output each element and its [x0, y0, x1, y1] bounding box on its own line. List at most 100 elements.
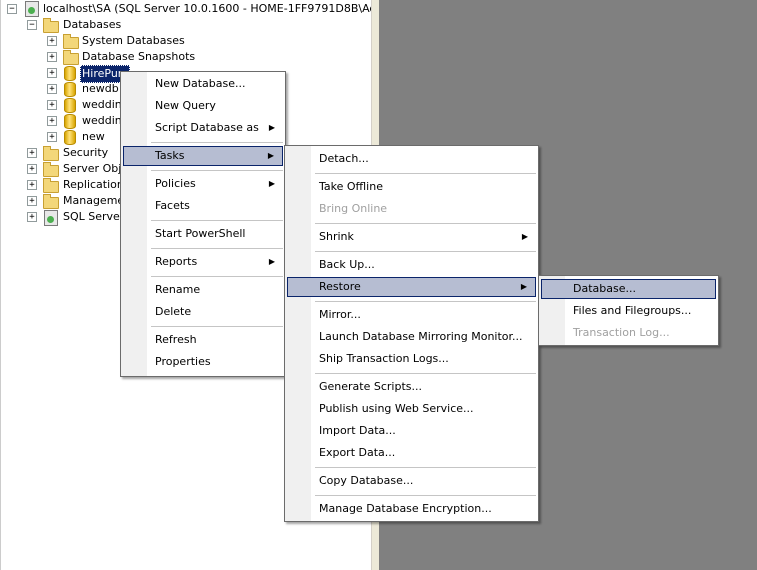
tree-node-label: Server Obje	[63, 162, 129, 175]
database-icon	[64, 114, 76, 129]
folder-icon	[63, 34, 79, 49]
menu-item-label: Reports	[155, 255, 198, 268]
menu-item-label: Restore	[319, 280, 361, 293]
collapse-icon[interactable]: −	[7, 4, 17, 14]
expand-icon[interactable]: +	[27, 148, 37, 158]
menu-separator	[151, 248, 283, 249]
expand-icon[interactable]: +	[27, 164, 37, 174]
menu-item-label: Launch Database Mirroring Monitor...	[319, 330, 523, 343]
menu-item-launch-mirroring-monitor[interactable]: Launch Database Mirroring Monitor...	[287, 327, 536, 347]
expand-icon[interactable]: +	[27, 196, 37, 206]
menu-item-label: Rename	[155, 283, 201, 296]
menu-item-detach[interactable]: Detach...	[287, 149, 536, 169]
tasks-submenu: Detach... Take Offline Bring Online Shri…	[284, 145, 539, 522]
server-icon	[25, 1, 39, 17]
menu-item-label: Files and Filegroups...	[573, 304, 692, 317]
expand-icon[interactable]: +	[47, 52, 57, 62]
tree-node-label: new	[82, 130, 105, 143]
menu-item-delete[interactable]: Delete	[123, 302, 283, 322]
menu-item-shrink[interactable]: Shrink ▶	[287, 227, 536, 247]
menu-item-restore-database[interactable]: Database...	[541, 279, 716, 299]
menu-item-label: Properties	[155, 355, 211, 368]
submenu-arrow-icon: ▶	[520, 282, 527, 291]
expand-icon[interactable]: +	[47, 132, 57, 142]
menu-item-label: Copy Database...	[319, 474, 414, 487]
menu-item-label: Database...	[573, 282, 636, 295]
database-icon	[64, 98, 76, 113]
menu-item-tasks[interactable]: Tasks ▶	[123, 146, 283, 166]
menu-item-back-up[interactable]: Back Up...	[287, 255, 536, 275]
menu-item-new-query[interactable]: New Query	[123, 96, 283, 116]
tree-node-label: localhost\SA (SQL Server 10.0.1600 - HOM…	[43, 2, 372, 15]
folder-icon	[43, 178, 59, 193]
menu-item-new-database[interactable]: New Database...	[123, 74, 283, 94]
expand-icon[interactable]: +	[47, 84, 57, 94]
tree-node-label: System Databases	[82, 34, 185, 47]
submenu-arrow-icon: ▶	[521, 232, 528, 241]
menu-item-label: Manage Database Encryption...	[319, 502, 492, 515]
menu-item-label: Ship Transaction Logs...	[319, 352, 449, 365]
menu-separator	[315, 495, 536, 496]
menu-item-script-database-as[interactable]: Script Database as ▶	[123, 118, 283, 138]
expand-icon[interactable]: +	[47, 36, 57, 46]
menu-item-label: Policies	[155, 177, 196, 190]
menu-item-refresh[interactable]: Refresh	[123, 330, 283, 350]
folder-icon	[43, 146, 59, 161]
menu-item-generate-scripts[interactable]: Generate Scripts...	[287, 377, 536, 397]
menu-item-label: Bring Online	[319, 202, 388, 215]
menu-item-rename[interactable]: Rename	[123, 280, 283, 300]
menu-item-label: Shrink	[319, 230, 354, 243]
folder-icon	[63, 50, 79, 65]
submenu-arrow-icon: ▶	[268, 257, 275, 266]
folder-icon	[43, 162, 59, 177]
menu-item-reports[interactable]: Reports ▶	[123, 252, 283, 272]
menu-item-restore[interactable]: Restore ▶	[287, 277, 536, 297]
expand-icon[interactable]: +	[27, 212, 37, 222]
menu-item-import-data[interactable]: Import Data...	[287, 421, 536, 441]
menu-item-label: Start PowerShell	[155, 227, 246, 240]
menu-item-label: Tasks	[155, 149, 185, 162]
menu-item-files-filegroups[interactable]: Files and Filegroups...	[541, 301, 716, 321]
menu-separator	[315, 251, 536, 252]
tree-node-label: newdb	[82, 82, 119, 95]
database-icon	[64, 130, 76, 145]
expand-icon[interactable]: +	[47, 68, 57, 78]
menu-separator	[151, 220, 283, 221]
expand-icon[interactable]: +	[47, 116, 57, 126]
tree-node-label: Databases	[63, 18, 122, 31]
menu-item-facets[interactable]: Facets	[123, 196, 283, 216]
menu-item-label: Refresh	[155, 333, 197, 346]
menu-item-start-powershell[interactable]: Start PowerShell	[123, 224, 283, 244]
menu-item-mirror[interactable]: Mirror...	[287, 305, 536, 325]
menu-separator	[151, 170, 283, 171]
database-icon	[64, 82, 76, 97]
tree-node-label: Database Snapshots	[82, 50, 196, 63]
expand-icon[interactable]: +	[47, 100, 57, 110]
menu-item-label: Script Database as	[155, 121, 259, 134]
menu-item-properties[interactable]: Properties	[123, 352, 283, 372]
submenu-arrow-icon: ▶	[268, 179, 275, 188]
menu-item-label: Detach...	[319, 152, 369, 165]
menu-separator	[151, 142, 283, 143]
menu-item-take-offline[interactable]: Take Offline	[287, 177, 536, 197]
expand-icon[interactable]: +	[27, 180, 37, 190]
menu-item-manage-encryption[interactable]: Manage Database Encryption...	[287, 499, 536, 519]
menu-item-bring-online: Bring Online	[287, 199, 536, 219]
menu-item-label: Transaction Log...	[573, 326, 670, 339]
menu-item-export-data[interactable]: Export Data...	[287, 443, 536, 463]
menu-item-label: New Query	[155, 99, 216, 112]
menu-item-label: Mirror...	[319, 308, 361, 321]
menu-item-label: Export Data...	[319, 446, 396, 459]
menu-item-publish-web-service[interactable]: Publish using Web Service...	[287, 399, 536, 419]
collapse-icon[interactable]: −	[27, 20, 37, 30]
folder-icon	[43, 194, 59, 209]
menu-item-policies[interactable]: Policies ▶	[123, 174, 283, 194]
menu-separator	[151, 326, 283, 327]
folder-icon	[43, 18, 59, 33]
menu-item-copy-database[interactable]: Copy Database...	[287, 471, 536, 491]
submenu-arrow-icon: ▶	[267, 151, 274, 160]
sql-agent-icon	[44, 210, 58, 226]
menu-item-label: Generate Scripts...	[319, 380, 422, 393]
menu-item-ship-transaction-logs[interactable]: Ship Transaction Logs...	[287, 349, 536, 369]
database-context-menu: New Database... New Query Script Databas…	[120, 71, 286, 377]
